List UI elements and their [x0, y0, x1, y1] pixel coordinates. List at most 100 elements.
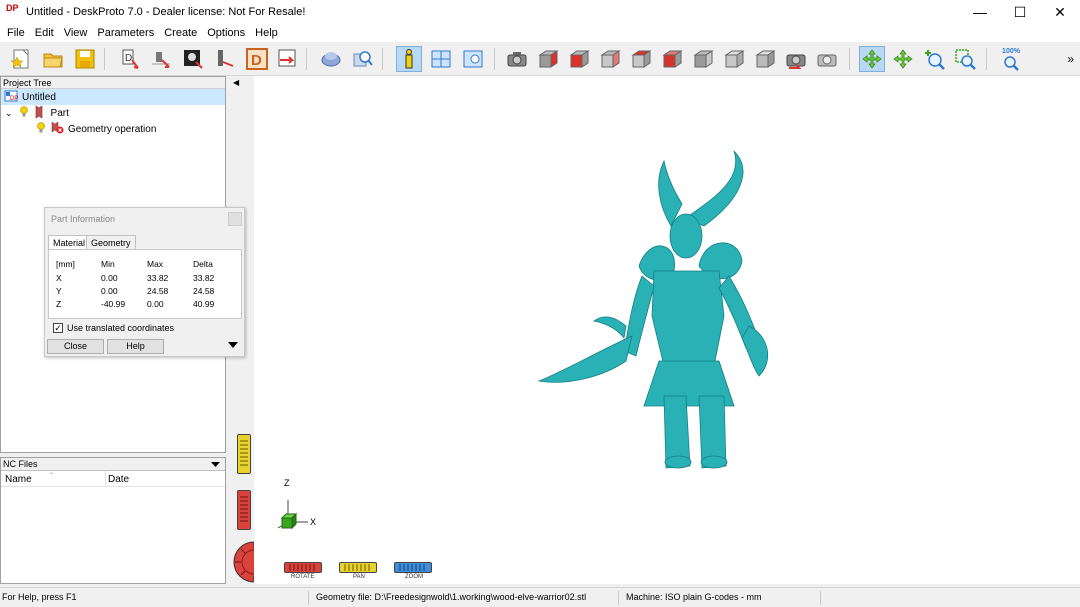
pan-vertical-slider[interactable]: [237, 434, 251, 474]
tree-operation-label: Geometry operation: [68, 123, 157, 135]
view-top-icon[interactable]: [659, 46, 685, 72]
chevron-down-icon[interactable]: ⌄: [5, 108, 13, 119]
row-y-max: 24.58: [147, 286, 169, 296]
part-information-dialog: Part Information Material Geometry [mm] …: [44, 207, 245, 357]
tree-item-project[interactable]: DP Untitled: [1, 89, 225, 105]
tree-item-geometry-operation[interactable]: Geometry operation: [36, 121, 156, 137]
translated-coordinates-option[interactable]: ✓ Use translated coordinates: [53, 323, 174, 333]
svg-text:D: D: [251, 52, 262, 69]
menu-view[interactable]: View: [59, 27, 93, 39]
layout-icon[interactable]: [428, 46, 454, 72]
deskproto-app-icon: DP: [6, 3, 19, 13]
zoom-100-icon[interactable]: 100%: [998, 46, 1024, 72]
rotate-vertical-slider[interactable]: [237, 490, 251, 530]
part-dimensions-table: [mm] Min Max Delta X 0.00 33.82 33.82 Y …: [48, 249, 242, 319]
info-icon[interactable]: [396, 46, 422, 72]
dialog-title: Part Information: [51, 214, 116, 224]
window-title: Untitled - DeskProto 7.0 - Dealer licens…: [26, 6, 306, 18]
column-date[interactable]: Date: [108, 474, 129, 485]
tab-geometry[interactable]: Geometry: [86, 235, 136, 250]
row-y-min: 0.00: [101, 286, 118, 296]
zoom-slider[interactable]: [394, 562, 432, 573]
axis-z-label: Z: [284, 478, 290, 488]
import-export-icon[interactable]: [274, 46, 300, 72]
svg-text:D: D: [125, 53, 132, 64]
wizard-2d-icon[interactable]: [148, 46, 174, 72]
row-x-max: 33.82: [147, 273, 169, 283]
row-z-max: 0.00: [147, 299, 164, 309]
status-bar: For Help, press F1 Geometry file: D:\Fre…: [0, 587, 1080, 607]
tree-part-label: Part: [50, 107, 69, 119]
help-button[interactable]: Help: [107, 339, 164, 354]
status-geometry-file: Geometry file: D:\Freedesignwold\1.worki…: [316, 592, 587, 602]
menu-options[interactable]: Options: [202, 27, 250, 39]
wizard-3d-icon[interactable]: D: [116, 46, 142, 72]
menu-create[interactable]: Create: [159, 27, 202, 39]
pan-mode-icon[interactable]: [890, 46, 916, 72]
status-machine: Machine: ISO plain G-codes - mm: [626, 592, 762, 602]
view-right-icon[interactable]: [628, 46, 654, 72]
view-bottom-icon[interactable]: [690, 46, 716, 72]
view-back-icon[interactable]: [566, 46, 592, 72]
menu-parameters[interactable]: Parameters: [92, 27, 159, 39]
row-x-min: 0.00: [101, 273, 118, 283]
expand-down-icon[interactable]: [228, 341, 238, 351]
nc-files-header[interactable]: NC Files: [1, 458, 225, 471]
axis-x-label: X: [310, 517, 317, 527]
view-iso2-icon[interactable]: [752, 46, 778, 72]
title-bar: DP Untitled - DeskProto 7.0 - Dealer lic…: [0, 0, 1080, 24]
shaded-view-icon[interactable]: [318, 46, 344, 72]
translated-coordinates-checkbox[interactable]: ✓: [53, 323, 63, 333]
lightbulb-icon[interactable]: [36, 121, 46, 137]
pan-slider[interactable]: [339, 562, 377, 573]
header-max: Max: [147, 259, 164, 269]
menu-help[interactable]: Help: [250, 27, 283, 39]
new-file-icon[interactable]: [8, 46, 34, 72]
header-min: Min: [101, 259, 115, 269]
search-zoom-icon[interactable]: [350, 46, 376, 72]
svg-text:DP: DP: [10, 96, 18, 102]
toolbar-overflow-chevron[interactable]: »: [1067, 52, 1074, 66]
dialog-close-icon[interactable]: [228, 212, 242, 226]
save-icon[interactable]: [72, 46, 98, 72]
minimize-button[interactable]: —: [960, 0, 1000, 24]
rotate-slider-label: ROTATE: [291, 574, 315, 580]
zoom-window-icon[interactable]: [952, 46, 978, 72]
3d-viewport[interactable]: Z X: [254, 76, 1080, 558]
slider-strip: ROTATE PAN ZOOM: [254, 558, 1080, 584]
wizard-rotary-icon[interactable]: [212, 46, 238, 72]
row-x-delta: 33.82: [193, 273, 215, 283]
main-toolbar: D D 100% »: [0, 42, 1080, 76]
previous-view-icon[interactable]: [783, 46, 809, 72]
rotate-mode-icon[interactable]: [859, 46, 885, 72]
nc-files-columns: Name ⌄ Date: [1, 470, 225, 487]
zoom-in-icon[interactable]: [921, 46, 947, 72]
row-z-min: -40.99: [101, 299, 126, 309]
rotate-slider[interactable]: [284, 562, 322, 573]
close-window-button[interactable]: ✕: [1040, 0, 1080, 24]
lightbulb-icon[interactable]: [19, 105, 29, 121]
part-icon: [33, 104, 45, 122]
column-name[interactable]: Name: [5, 474, 32, 485]
row-z-delta: 40.99: [193, 299, 215, 309]
menu-edit[interactable]: Edit: [30, 27, 59, 39]
warrior-model: [537, 150, 768, 469]
camera-view-icon[interactable]: [504, 46, 530, 72]
collapse-left-icon[interactable]: ◀: [233, 78, 239, 87]
close-button[interactable]: Close: [47, 339, 104, 354]
view-front-icon[interactable]: [535, 46, 561, 72]
wizard-d-icon[interactable]: D: [244, 46, 270, 72]
preview-icon[interactable]: [460, 46, 486, 72]
wizard-image-icon[interactable]: [180, 46, 206, 72]
open-folder-icon[interactable]: [40, 46, 66, 72]
tree-item-part[interactable]: ⌄ Part: [5, 104, 69, 122]
maximize-button[interactable]: ☐: [1000, 0, 1040, 24]
column-divider[interactable]: [105, 471, 106, 486]
fit-view-icon[interactable]: [814, 46, 840, 72]
view-left-icon[interactable]: [597, 46, 623, 72]
menu-file[interactable]: File: [2, 27, 30, 39]
view-iso-icon[interactable]: [721, 46, 747, 72]
tab-material[interactable]: Material: [48, 235, 91, 250]
project-tree-header: Project Tree: [1, 77, 225, 89]
axis-triad: Z X: [276, 478, 336, 540]
